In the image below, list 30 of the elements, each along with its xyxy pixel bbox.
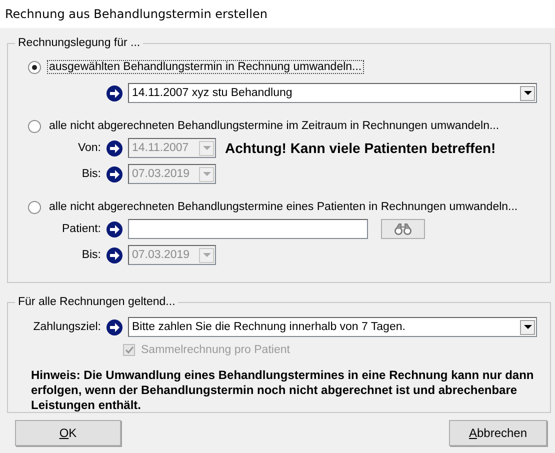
checkbox-label: Sammelrechnung pro Patient — [141, 344, 290, 356]
cancel-button[interactable]: Abbrechen — [449, 420, 547, 446]
warning-text: Achtung! Kann viele Patienten betreffen! — [225, 140, 497, 156]
radio-button[interactable] — [28, 200, 41, 214]
group-title: Rechnungslegung für ... — [17, 37, 142, 49]
arrow-right-icon — [106, 220, 123, 238]
option-label[interactable]: alle nicht abgerechneten Behandlungstermine im Zeitraum in Rechnungen umwandeln... — [47, 119, 502, 133]
field-label: Zahlungsziel: — [32, 321, 101, 333]
arrow-right-icon — [106, 140, 123, 156]
radio-button[interactable] — [28, 120, 41, 132]
ok-button[interactable]: OK — [15, 420, 121, 446]
arrow-right-icon — [106, 166, 123, 182]
binoculars-icon — [394, 223, 412, 235]
note-text: Hinweis: Die Umwandlung eines Behandlungstermines in eine Rechnung kann nur dann erfolgen, wenn der Behandlungstermin noch nicht abgerechnet ist und abrechenbare Leistungen enthält. — [31, 368, 535, 413]
radio-button[interactable] — [28, 60, 41, 74]
search-button[interactable] — [381, 219, 425, 239]
appointment-dropdown[interactable]: 14.11.2007 xyz stu Behandlung — [128, 83, 537, 103]
arrow-right-icon — [106, 246, 123, 264]
group-title: Für alle Rechnungen geltend... — [17, 296, 176, 308]
field-label: Patient: — [61, 223, 101, 235]
patient-input[interactable] — [128, 219, 368, 239]
payment-term-dropdown[interactable]: Bitte zahlen Sie die Rechnung innerhalb von 7 Tagen. — [128, 317, 537, 337]
field-label: Bis: — [80, 249, 101, 261]
arrow-right-icon — [106, 84, 123, 102]
option-label[interactable]: ausgewählten Behandlungstermin in Rechnung umwandeln... — [47, 60, 364, 74]
arrow-right-icon — [106, 318, 123, 336]
window-title: Rechnung aus Behandlungstermin erstellen — [5, 7, 268, 21]
option-label[interactable]: alle nicht abgerechneten Behandlungstermine eines Patienten in Rechnungen umwandeln... — [47, 200, 520, 214]
field-label: Von: — [76, 142, 101, 154]
field-label: Bis: — [80, 168, 101, 180]
